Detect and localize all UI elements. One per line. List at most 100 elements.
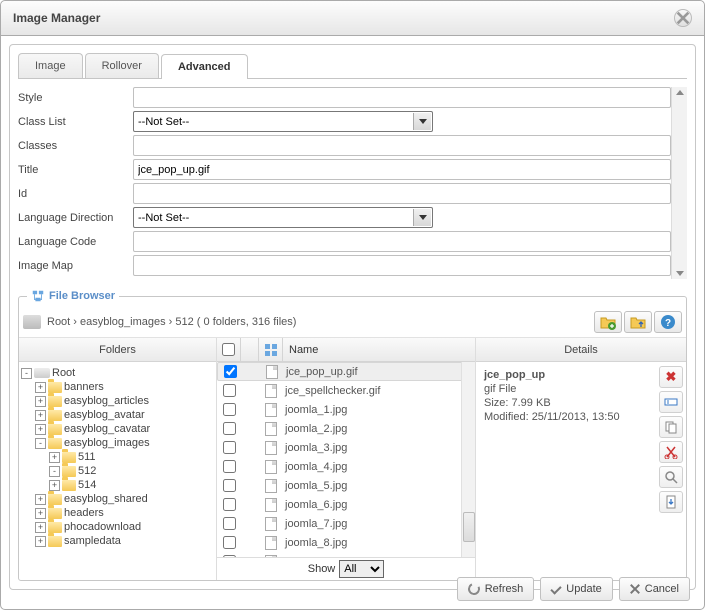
input-langcode[interactable] bbox=[133, 231, 671, 252]
rename-button[interactable] bbox=[659, 391, 683, 413]
dialog-close-button[interactable] bbox=[674, 9, 692, 27]
filter-label: Show bbox=[308, 563, 336, 575]
copy-button[interactable] bbox=[659, 416, 683, 438]
delete-button[interactable]: ✖ bbox=[659, 366, 683, 388]
cut-button[interactable] bbox=[659, 441, 683, 463]
file-row[interactable]: joomla_4.jpg bbox=[217, 457, 475, 476]
file-row[interactable]: jce_pop_up.gif bbox=[217, 362, 475, 381]
expander-icon[interactable]: + bbox=[35, 536, 46, 547]
file-checkbox[interactable] bbox=[224, 365, 237, 378]
expander-icon[interactable]: - bbox=[49, 466, 60, 477]
file-row[interactable]: jce_spellchecker.gif bbox=[217, 381, 475, 400]
tree-item[interactable]: - easyblog_images bbox=[21, 436, 214, 450]
file-row[interactable]: joomla_8.jpg bbox=[217, 533, 475, 552]
details-type: gif File bbox=[484, 382, 648, 396]
tree-item[interactable]: + 511 bbox=[21, 450, 214, 464]
svg-text:?: ? bbox=[665, 318, 671, 329]
file-row[interactable]: joomla_9.jpg bbox=[217, 552, 475, 557]
expander-icon[interactable]: + bbox=[35, 382, 46, 393]
file-row[interactable]: joomla_3.jpg bbox=[217, 438, 475, 457]
expander-icon[interactable]: + bbox=[35, 424, 46, 435]
select-langdir[interactable] bbox=[133, 207, 433, 228]
tab-rollover[interactable]: Rollover bbox=[85, 53, 159, 78]
file-icon bbox=[265, 555, 277, 558]
tree-root[interactable]: - Root bbox=[21, 366, 214, 380]
file-icon bbox=[265, 536, 277, 550]
update-button[interactable]: Update bbox=[540, 577, 612, 601]
folder-icon bbox=[48, 536, 62, 547]
filelist-scrollbar[interactable] bbox=[461, 362, 475, 557]
upload-button[interactable] bbox=[624, 311, 652, 333]
refresh-button[interactable]: Refresh bbox=[457, 577, 535, 601]
tab-advanced[interactable]: Advanced bbox=[161, 54, 248, 79]
file-row[interactable]: joomla_7.jpg bbox=[217, 514, 475, 533]
file-name: joomla_2.jpg bbox=[283, 423, 475, 435]
arrow-down-icon bbox=[676, 271, 684, 276]
input-classes[interactable] bbox=[133, 135, 671, 156]
breadcrumb[interactable]: Root › easyblog_images › 512 ( 0 folders… bbox=[47, 316, 594, 328]
file-checkbox[interactable] bbox=[223, 498, 236, 511]
file-row[interactable]: joomla_2.jpg bbox=[217, 419, 475, 438]
expander-icon[interactable]: + bbox=[35, 410, 46, 421]
file-checkbox[interactable] bbox=[223, 555, 236, 557]
expander-icon[interactable]: + bbox=[49, 452, 60, 463]
tree-item[interactable]: + banners bbox=[21, 380, 214, 394]
tree-item[interactable]: + phocadownload bbox=[21, 520, 214, 534]
filter-select[interactable]: All bbox=[339, 560, 384, 578]
folder-icon bbox=[48, 396, 62, 407]
file-checkbox[interactable] bbox=[223, 403, 236, 416]
insert-button[interactable] bbox=[659, 491, 683, 513]
expander-icon[interactable]: + bbox=[35, 522, 46, 533]
input-id[interactable] bbox=[133, 183, 671, 204]
label-classlist: Class List bbox=[18, 116, 133, 128]
new-folder-button[interactable] bbox=[594, 311, 622, 333]
tree-label: easyblog_avatar bbox=[64, 409, 145, 421]
file-checkbox[interactable] bbox=[223, 479, 236, 492]
view-button[interactable] bbox=[659, 466, 683, 488]
expander-icon[interactable]: - bbox=[21, 368, 32, 379]
drive-icon bbox=[34, 368, 50, 378]
expander-icon[interactable]: + bbox=[35, 508, 46, 519]
tree-item[interactable]: + easyblog_avatar bbox=[21, 408, 214, 422]
expander-icon[interactable]: + bbox=[35, 396, 46, 407]
expander-icon[interactable]: + bbox=[35, 494, 46, 505]
tree-item[interactable]: + 514 bbox=[21, 478, 214, 492]
help-button[interactable]: ? bbox=[654, 311, 682, 333]
file-checkbox[interactable] bbox=[223, 517, 236, 530]
tree-item[interactable]: + easyblog_shared bbox=[21, 492, 214, 506]
tree-label: phocadownload bbox=[64, 521, 141, 533]
file-row[interactable]: joomla_1.jpg bbox=[217, 400, 475, 419]
tree-item[interactable]: + easyblog_cavatar bbox=[21, 422, 214, 436]
column-name[interactable]: Name bbox=[283, 344, 475, 356]
form-scrollbar[interactable] bbox=[671, 87, 687, 279]
tree-item[interactable]: + sampledata bbox=[21, 534, 214, 548]
cut-icon bbox=[664, 445, 678, 459]
expander-icon[interactable]: - bbox=[35, 438, 46, 449]
tree-label: headers bbox=[64, 507, 104, 519]
label-langcode: Language Code bbox=[18, 236, 133, 248]
input-style[interactable] bbox=[133, 87, 671, 108]
expander-icon[interactable]: + bbox=[49, 480, 60, 491]
tree-item[interactable]: + headers bbox=[21, 506, 214, 520]
select-all-checkbox[interactable] bbox=[222, 343, 235, 356]
file-checkbox[interactable] bbox=[223, 536, 236, 549]
file-browser: File Browser Root › easyblog_images › 51… bbox=[18, 289, 687, 581]
file-row[interactable]: joomla_5.jpg bbox=[217, 476, 475, 495]
tree-item[interactable]: + easyblog_articles bbox=[21, 394, 214, 408]
tab-bar: Image Rollover Advanced bbox=[18, 53, 687, 79]
file-list: jce_pop_up.gifjce_spellchecker.gifjoomla… bbox=[217, 362, 475, 557]
file-icon bbox=[265, 441, 277, 455]
dialog-title: Image Manager bbox=[13, 11, 100, 25]
tree-item[interactable]: - 512 bbox=[21, 464, 214, 478]
file-name: jce_pop_up.gif bbox=[284, 366, 474, 378]
file-row[interactable]: joomla_6.jpg bbox=[217, 495, 475, 514]
input-imagemap[interactable] bbox=[133, 255, 671, 276]
file-checkbox[interactable] bbox=[223, 384, 236, 397]
tab-image[interactable]: Image bbox=[18, 53, 83, 78]
file-checkbox[interactable] bbox=[223, 441, 236, 454]
select-classlist[interactable] bbox=[133, 111, 433, 132]
file-checkbox[interactable] bbox=[223, 422, 236, 435]
input-title[interactable] bbox=[133, 159, 671, 180]
cancel-button[interactable]: Cancel bbox=[619, 577, 690, 601]
file-checkbox[interactable] bbox=[223, 460, 236, 473]
